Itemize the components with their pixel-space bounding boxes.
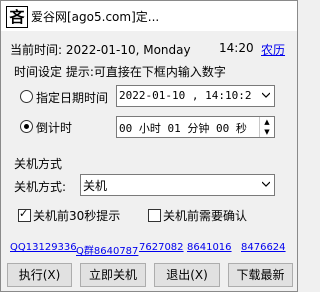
qq-group-link[interactable]: 8476624	[241, 242, 286, 253]
title-bar: 吝 爱谷网[ago5.com]定...	[1, 1, 297, 31]
exit-button[interactable]: 退出(X)	[154, 263, 220, 287]
time-setting-label: 时间设定 提示:可直接在下框内输入数字	[14, 65, 226, 79]
shutdown-section-label: 关机方式	[14, 157, 63, 171]
countdown-spinner[interactable]: ▲ ▼	[259, 117, 274, 137]
shutdown-now-button[interactable]: 立即关机	[80, 263, 146, 287]
spin-up-icon[interactable]: ▲	[260, 117, 274, 127]
remind-30s-check-icon[interactable]	[18, 207, 31, 222]
countdown-input[interactable]: 00 小时 01 分钟 00 秒 ▲ ▼	[116, 116, 275, 138]
shutdown-mode-value: 关机	[83, 179, 108, 193]
download-latest-button[interactable]: 下载最新	[228, 263, 293, 287]
qq-link[interactable]: QQ13129336	[10, 242, 77, 253]
execute-button[interactable]: 执行(X)	[7, 263, 72, 287]
current-time-label: 当前时间: 2022-01-10, Monday	[10, 43, 191, 57]
qq-group-link[interactable]: Q群8640787	[76, 242, 138, 257]
window-title: 爱谷网[ago5.com]定...	[31, 10, 160, 24]
need-confirm-label[interactable]: 关机前需要确认	[163, 207, 247, 224]
countdown-radio[interactable]	[20, 120, 33, 133]
chevron-down-icon[interactable]	[262, 180, 270, 188]
countdown-value: 00 小时 01 分钟 00 秒	[119, 122, 247, 135]
spin-down-icon[interactable]: ▼	[260, 127, 274, 137]
shutdown-mode-select[interactable]: 关机	[80, 174, 275, 196]
need-confirm-check-icon[interactable]	[148, 209, 161, 222]
qq-group-link[interactable]: 8641016	[187, 242, 232, 253]
specific-datetime-label[interactable]: 指定日期时间	[36, 89, 108, 106]
qq-group-link[interactable]: 7627082	[139, 242, 184, 253]
datetime-value: 2022-01-10 , 14:10:2	[119, 89, 252, 102]
countdown-label[interactable]: 倒计时	[36, 119, 72, 136]
datetime-picker[interactable]: 2022-01-10 , 14:10:2	[116, 85, 275, 107]
shutdown-mode-label: 关机方式:	[14, 180, 67, 194]
clock-time: 14:20	[219, 41, 254, 55]
app-logo-icon: 吝	[6, 6, 28, 28]
app-window: 吝 爱谷网[ago5.com]定... 当前时间: 2022-01-10, Mo…	[0, 0, 298, 292]
chevron-down-icon[interactable]	[262, 91, 270, 99]
lunar-calendar-link[interactable]: 农历	[261, 41, 285, 58]
specific-datetime-radio[interactable]	[20, 90, 33, 103]
remind-30s-label[interactable]: 关机前30秒提示	[33, 207, 120, 224]
